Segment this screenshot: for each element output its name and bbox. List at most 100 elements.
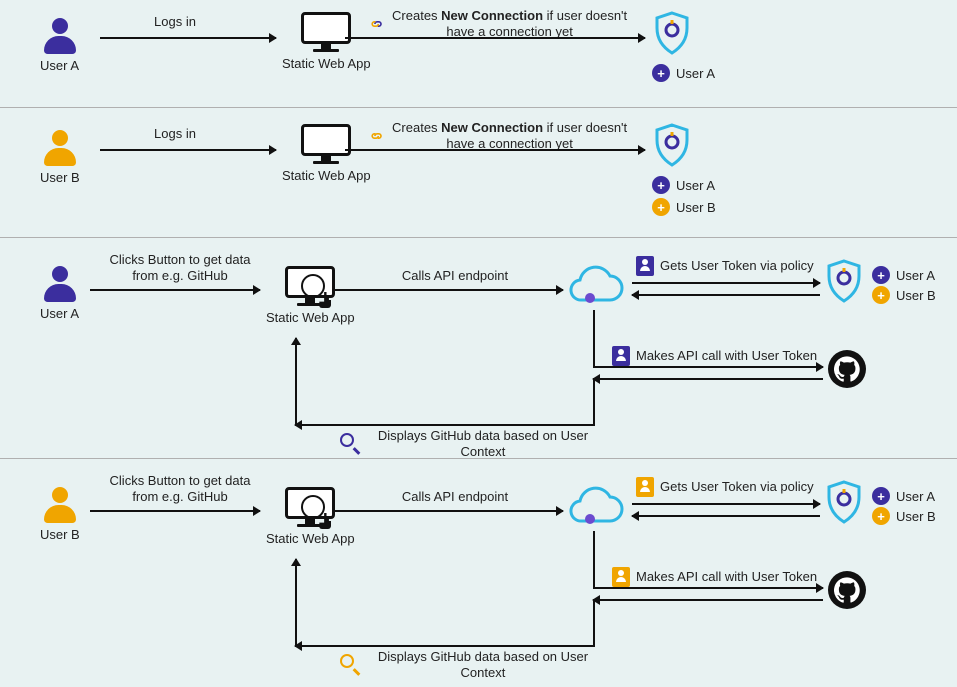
monitor-icon	[299, 12, 353, 52]
github-icon	[828, 571, 866, 609]
vline-return-b	[593, 599, 595, 645]
badges-side-b: +User A +User B	[872, 487, 936, 525]
github-node	[828, 571, 866, 609]
calls-api-label: Calls API endpoint	[370, 268, 540, 284]
panel-user-a-login: User A Logs in Static Web App Creates Ne…	[0, 0, 957, 108]
arrow-token-out-b	[632, 503, 820, 505]
swa-touch-node: Static Web App	[266, 487, 355, 546]
arrow-click-b	[90, 510, 260, 512]
makes-call-label: Makes API call with User Token	[612, 567, 832, 587]
user-b-label: User B	[40, 170, 80, 185]
monitor-touch-icon	[283, 487, 337, 527]
arrow-api-b	[335, 510, 563, 512]
shield-node	[652, 10, 692, 56]
vline-up-b	[295, 559, 297, 647]
vline-up-a	[295, 338, 297, 426]
badges-a: +User A	[652, 64, 715, 82]
vline-cloud-b	[593, 531, 595, 587]
badge-user-a: +User A	[652, 176, 715, 194]
makes-call-label: Makes API call with User Token	[612, 346, 832, 366]
shield-icon	[824, 258, 864, 304]
badge-user-a: +User A	[872, 487, 935, 505]
vline-return-a	[593, 378, 595, 424]
arrow-token-back-b	[632, 515, 820, 517]
arrow-api-a	[335, 289, 563, 291]
swa-touch-node: Static Web App	[266, 266, 355, 325]
shield-icon	[652, 122, 692, 168]
swa-label: Static Web App	[266, 531, 355, 546]
arrow-login-a	[100, 37, 276, 39]
arrow-login-b	[100, 149, 276, 151]
user-a-label: User A	[40, 58, 79, 73]
contact-card-icon	[636, 477, 654, 497]
badge-user-b: +User B	[872, 286, 936, 304]
badges-side-a: +User A +User B	[872, 266, 936, 304]
shield-icon	[652, 10, 692, 56]
badge-user-a: +User A	[652, 64, 715, 82]
arrow-token-back-a	[632, 294, 820, 296]
plus-icon: +	[652, 198, 670, 216]
new-conn-label: Creates New Connection if user doesn't h…	[370, 8, 630, 41]
cloud-icon	[562, 260, 626, 308]
badges-ab: +User A +User B	[652, 176, 716, 216]
cloud-icon	[562, 481, 626, 529]
cloud-node	[562, 260, 626, 308]
arrow-token-out-a	[632, 282, 820, 284]
user-b-label: User B	[40, 527, 80, 542]
arrow-conn-b	[345, 149, 645, 151]
panel-user-b-login: User B Logs in Static Web App Creates Ne…	[0, 108, 957, 238]
logs-in-label: Logs in	[130, 14, 220, 30]
link-icon	[370, 14, 383, 34]
link-icon	[370, 126, 383, 146]
new-conn-text: Creates New Connection if user doesn't h…	[389, 8, 630, 41]
logs-in-label: Logs in	[130, 126, 220, 142]
swa-node: Static Web App	[282, 12, 371, 71]
shield-icon	[824, 479, 864, 525]
shield-node	[652, 122, 692, 168]
person-icon	[42, 266, 78, 302]
user-b-node: User B	[40, 130, 80, 185]
calls-api-label: Calls API endpoint	[370, 489, 540, 505]
swa-label: Static Web App	[282, 56, 371, 71]
user-a-node: User A	[40, 266, 79, 321]
user-b-node: User B	[40, 487, 80, 542]
shield-node	[824, 479, 864, 525]
gets-token-label: Gets User Token via policy	[636, 477, 836, 497]
gets-token-label: Gets User Token via policy	[636, 256, 836, 276]
user-a-node: User A	[40, 18, 79, 73]
shield-node	[824, 258, 864, 304]
click-button-label: Clicks Button to get data from e.g. GitH…	[100, 473, 260, 506]
badge-user-b: +User B	[652, 198, 716, 216]
swa-label: Static Web App	[282, 168, 371, 183]
monitor-icon	[299, 124, 353, 164]
displays-label: Displays GitHub data based on User Conte…	[340, 428, 600, 461]
arrow-gh-out-b	[593, 587, 823, 589]
contact-card-icon	[612, 567, 630, 587]
contact-card-icon	[636, 256, 654, 276]
plus-icon: +	[872, 266, 890, 284]
badge-user-b: +User B	[872, 507, 936, 525]
cloud-node	[562, 481, 626, 529]
new-conn-label: Creates New Connection if user doesn't h…	[370, 120, 630, 153]
displays-label: Displays GitHub data based on User Conte…	[340, 649, 600, 682]
new-conn-text: Creates New Connection if user doesn't h…	[389, 120, 630, 153]
person-icon	[42, 18, 78, 54]
magnifier-icon	[340, 654, 360, 676]
arrow-return-b	[295, 645, 595, 647]
person-icon	[42, 130, 78, 166]
panel-user-a-flow: User A Clicks Button to get data from e.…	[0, 238, 957, 459]
arrow-gh-back-a	[593, 378, 823, 380]
panel-user-b-flow: User B Clicks Button to get data from e.…	[0, 459, 957, 687]
swa-label: Static Web App	[266, 310, 355, 325]
badge-user-a: +User A	[872, 266, 935, 284]
contact-card-icon	[612, 346, 630, 366]
monitor-touch-icon	[283, 266, 337, 306]
user-a-label: User A	[40, 306, 79, 321]
plus-icon: +	[652, 64, 670, 82]
person-icon	[42, 487, 78, 523]
github-node	[828, 350, 866, 388]
plus-icon: +	[652, 176, 670, 194]
arrow-return-a	[295, 424, 595, 426]
plus-icon: +	[872, 286, 890, 304]
arrow-conn-a	[345, 37, 645, 39]
